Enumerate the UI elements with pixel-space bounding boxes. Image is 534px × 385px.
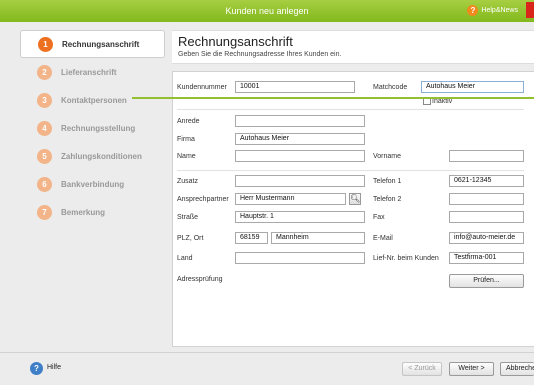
matchcode-label: Matchcode: [373, 84, 408, 91]
step-bankverbindung[interactable]: 6 Bankverbindung: [20, 170, 165, 198]
kundennummer-field[interactable]: 10001: [235, 81, 355, 93]
anrede-label: Anrede: [177, 118, 200, 125]
land-field[interactable]: [235, 252, 365, 264]
step-number-badge: 6: [37, 176, 52, 192]
plz-field[interactable]: 68159: [235, 232, 268, 244]
step-label: Bankverbindung: [61, 179, 125, 189]
matchcode-field[interactable]: Autohaus Meier: [421, 81, 524, 93]
step-label: Zahlungskonditionen: [61, 151, 142, 161]
step-rechnungsstellung[interactable]: 4 Rechnungsstellung: [20, 114, 165, 142]
step-number-badge: 3: [37, 92, 52, 108]
anrede-field[interactable]: [235, 115, 365, 127]
close-button[interactable]: [526, 2, 534, 18]
inaktiv-label: Inaktiv: [432, 98, 453, 105]
accent-line: [132, 97, 534, 99]
land-label: Land: [177, 255, 193, 262]
step-label: Rechnungsstellung: [61, 123, 136, 133]
ansprechpartner-label: Ansprechpartner: [177, 196, 229, 203]
telefon2-field[interactable]: [449, 193, 524, 205]
search-icon: 🔍︎: [350, 194, 361, 203]
ort-field[interactable]: Mannheim: [271, 232, 365, 244]
adresspruefung-label: Adressprüfung: [177, 276, 223, 283]
step-number-badge: 1: [38, 36, 53, 52]
search-contact-button[interactable]: 🔍︎: [349, 193, 361, 205]
fax-label: Fax: [373, 214, 385, 221]
step-label: Lieferanschrift: [61, 67, 117, 77]
cancel-button[interactable]: Abbrechen: [500, 362, 534, 376]
step-number-badge: 5: [37, 148, 52, 164]
step-label: Kontaktpersonen: [61, 95, 127, 105]
step-label: Bemerkung: [61, 207, 106, 217]
help-icon[interactable]: ?: [30, 362, 43, 375]
page-title: Rechnungsanschrift: [178, 34, 293, 49]
vorname-label: Vorname: [373, 153, 402, 160]
step-zahlungskonditionen[interactable]: 5 Zahlungskonditionen: [20, 142, 165, 170]
zusatz-label: Zusatz: [177, 178, 199, 185]
window-title: Kunden neu anlegen: [225, 6, 309, 16]
help-icon: ?: [467, 5, 479, 16]
lief-nr-label: Lief-Nr. beim Kunden: [373, 255, 439, 262]
name-label: Name: [177, 153, 196, 160]
fax-field[interactable]: [449, 211, 524, 223]
help-news-label: Help&News: [481, 7, 518, 14]
firma-field[interactable]: Autohaus Meier: [235, 133, 365, 145]
step-number-badge: 7: [37, 204, 52, 220]
page-header: Rechnungsanschrift Geben Sie die Rechnun…: [172, 30, 534, 64]
vorname-field[interactable]: [449, 150, 524, 162]
wizard-footer: ? Hilfe < Zurück Weiter > Abbrechen: [0, 352, 534, 385]
step-number-badge: 2: [37, 64, 52, 80]
wizard-steps: 1 Rechnungsanschrift 2 Lieferanschrift 3…: [20, 30, 165, 226]
help-link[interactable]: Hilfe: [47, 364, 61, 371]
step-label: Rechnungsanschrift: [62, 39, 140, 49]
telefon1-field[interactable]: 0621-12345: [449, 175, 524, 187]
strasse-label: Straße: [177, 214, 199, 221]
step-number-badge: 4: [37, 120, 52, 136]
next-button[interactable]: Weiter >: [449, 362, 494, 376]
step-bemerkung[interactable]: 7 Bemerkung: [20, 198, 165, 226]
strasse-field[interactable]: Hauptstr. 1: [235, 211, 365, 223]
kundennummer-label: Kundennummer: [177, 84, 227, 91]
step-kontaktpersonen[interactable]: 3 Kontaktpersonen: [20, 86, 165, 114]
step-rechnungsanschrift[interactable]: 1 Rechnungsanschrift: [20, 30, 165, 58]
step-lieferanschrift[interactable]: 2 Lieferanschrift: [20, 58, 165, 86]
telefon2-label: Telefon 2: [373, 196, 402, 203]
help-news-button[interactable]: ? Help&News: [467, 5, 518, 16]
firma-label: Firma: [177, 136, 195, 143]
ansprechpartner-field[interactable]: Herr Mustermann: [235, 193, 346, 205]
name-field[interactable]: [235, 150, 365, 162]
telefon1-label: Telefon 1: [373, 178, 402, 185]
plz-ort-label: PLZ, Ort: [177, 235, 204, 242]
page-subtitle: Geben Sie die Rechnungsadresse Ihres Kun…: [178, 51, 342, 58]
window-titlebar: Kunden neu anlegen ? Help&News: [0, 0, 534, 22]
pruefen-button[interactable]: Prüfen...: [449, 274, 524, 288]
lief-nr-field[interactable]: Testfirma-001: [449, 252, 524, 264]
email-label: E-Mail: [373, 235, 393, 242]
zusatz-field[interactable]: [235, 175, 365, 187]
email-field[interactable]: info@auto-meier.de: [449, 232, 524, 244]
form-panel: Kundennummer 10001 Matchcode Autohaus Me…: [172, 71, 534, 347]
section-divider: [177, 109, 524, 110]
back-button[interactable]: < Zurück: [402, 362, 442, 376]
section-divider: [177, 170, 524, 171]
